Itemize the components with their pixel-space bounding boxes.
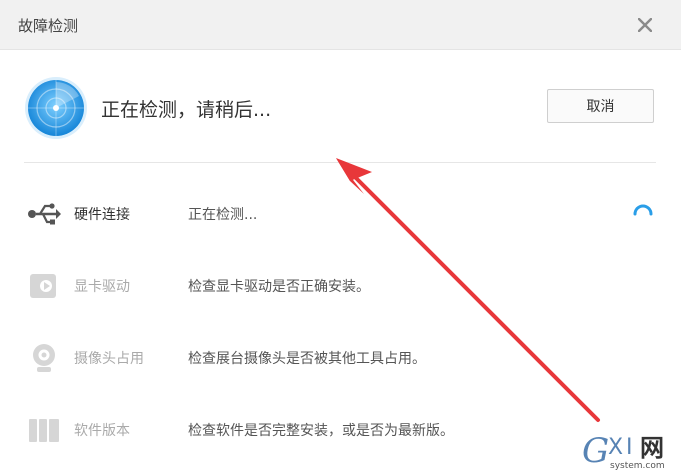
software-version-icon <box>29 419 59 442</box>
radar-icon <box>25 77 87 139</box>
check-name: 硬件连接 <box>74 207 130 223</box>
check-item-graphics: 显卡驱动 检查显卡驱动是否正确安装。 <box>0 266 681 306</box>
svg-text:X: X <box>608 435 623 460</box>
cancel-button[interactable]: 取消 <box>547 89 654 123</box>
loading-spinner-icon <box>633 204 653 216</box>
svg-text:G: G <box>582 431 609 471</box>
check-name: 摄像头占用 <box>74 351 144 367</box>
close-button[interactable] <box>632 12 658 38</box>
close-icon <box>638 18 652 32</box>
divider <box>24 162 656 163</box>
status-text: 正在检测，请稍后... <box>101 99 272 121</box>
check-item-camera: 摄像头占用 检查展台摄像头是否被其他工具占用。 <box>0 338 681 378</box>
svg-text:system.com: system.com <box>610 461 665 471</box>
watermark-logo: G X I 网 system.com <box>578 426 681 472</box>
check-name: 软件版本 <box>74 423 130 439</box>
check-description: 检查展台摄像头是否被其他工具占用。 <box>188 351 426 367</box>
check-description: 检查软件是否完整安装，或是否为最新版。 <box>188 423 454 439</box>
detection-status: 正在检测，请稍后... 取消 <box>0 50 681 162</box>
usb-icon <box>28 203 61 225</box>
svg-text:网: 网 <box>640 434 664 462</box>
check-name: 显卡驱动 <box>74 279 130 295</box>
svg-text:I: I <box>626 435 633 460</box>
graphics-card-icon <box>30 274 56 298</box>
check-item-hardware: 硬件连接 正在检测... <box>0 194 681 234</box>
check-description: 检查显卡驱动是否正确安装。 <box>188 279 370 295</box>
check-description: 正在检测... <box>188 207 258 223</box>
title-bar: 故障检测 <box>0 0 681 50</box>
window-title: 故障检测 <box>18 17 79 35</box>
webcam-icon <box>33 344 55 372</box>
